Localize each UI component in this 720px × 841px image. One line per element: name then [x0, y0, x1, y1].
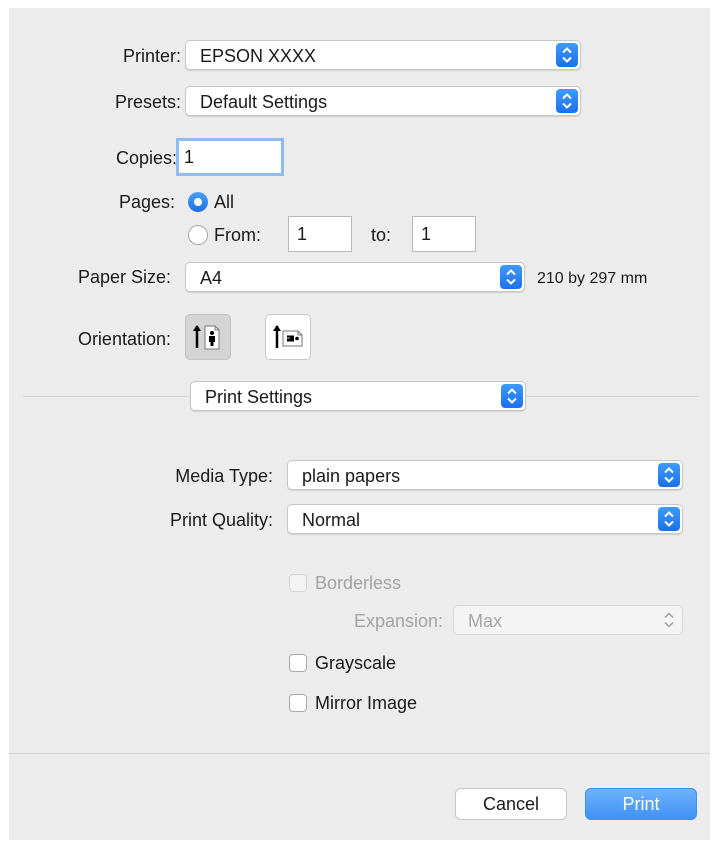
- up-down-arrows-icon: [501, 384, 523, 408]
- separator: [9, 753, 710, 754]
- print-quality-popup[interactable]: Normal: [287, 504, 683, 534]
- pages-from-field[interactable]: [288, 216, 352, 252]
- up-down-arrows-icon: [658, 463, 680, 487]
- print-quality-label: Print Quality:: [169, 510, 273, 530]
- pages-to-label: to:: [371, 225, 392, 245]
- orientation-label: Orientation:: [77, 329, 171, 349]
- pages-from-input[interactable]: [289, 217, 351, 251]
- printer-label: Printer:: [122, 46, 181, 66]
- pages-to-field[interactable]: [412, 216, 476, 252]
- copies-field[interactable]: [176, 138, 284, 176]
- copies-label: Copies:: [115, 148, 177, 168]
- section-popup[interactable]: Print Settings: [190, 381, 526, 411]
- up-down-arrows-icon: [556, 89, 578, 113]
- mirror-image-label: Mirror Image: [315, 693, 418, 713]
- borderless-label: Borderless: [315, 573, 402, 593]
- print-button[interactable]: Print: [585, 788, 697, 820]
- borderless-checkbox[interactable]: [289, 574, 307, 592]
- pages-from-label: From:: [214, 225, 261, 245]
- paper-size-popup[interactable]: A4: [185, 262, 525, 292]
- paper-dimensions: 210 by 297 mm: [537, 270, 648, 287]
- media-type-value: plain papers: [302, 466, 401, 486]
- presets-popup[interactable]: Default Settings: [185, 86, 581, 116]
- orientation-landscape-button[interactable]: [265, 314, 311, 360]
- presets-value: Default Settings: [200, 92, 328, 112]
- grayscale-label: Grayscale: [315, 653, 397, 673]
- printer-value: EPSON XXXX: [200, 46, 317, 66]
- print-quality-value: Normal: [302, 510, 361, 530]
- expansion-value: Max: [468, 611, 503, 631]
- expansion-label: Expansion:: [353, 611, 443, 631]
- expansion-popup[interactable]: Max: [453, 605, 683, 635]
- presets-label: Presets:: [114, 92, 181, 112]
- print-dialog: Printer: EPSON XXXX Presets: Default Set…: [9, 8, 710, 840]
- orientation-portrait-button[interactable]: [185, 314, 231, 360]
- cancel-button[interactable]: Cancel: [455, 788, 567, 820]
- pages-to-input[interactable]: [413, 217, 475, 251]
- paper-size-value: A4: [200, 268, 223, 288]
- up-down-arrows-icon: [556, 43, 578, 67]
- printer-popup[interactable]: EPSON XXXX: [185, 40, 581, 70]
- paper-size-label: Paper Size:: [77, 267, 171, 287]
- portrait-icon: [186, 325, 230, 363]
- pages-label: Pages:: [118, 192, 175, 212]
- up-down-arrows-icon: [658, 507, 680, 531]
- mirror-image-checkbox[interactable]: [289, 694, 307, 712]
- pages-all-label: All: [214, 192, 235, 212]
- copies-input[interactable]: [179, 141, 281, 173]
- grayscale-checkbox[interactable]: [289, 654, 307, 672]
- up-down-arrows-icon: [658, 608, 680, 632]
- up-down-arrows-icon: [500, 265, 522, 289]
- media-type-popup[interactable]: plain papers: [287, 460, 683, 490]
- landscape-icon: [266, 325, 310, 363]
- media-type-label: Media Type:: [175, 466, 273, 486]
- section-value: Print Settings: [205, 387, 313, 407]
- pages-from-radio[interactable]: [188, 225, 208, 245]
- pages-all-radio[interactable]: [188, 192, 208, 212]
